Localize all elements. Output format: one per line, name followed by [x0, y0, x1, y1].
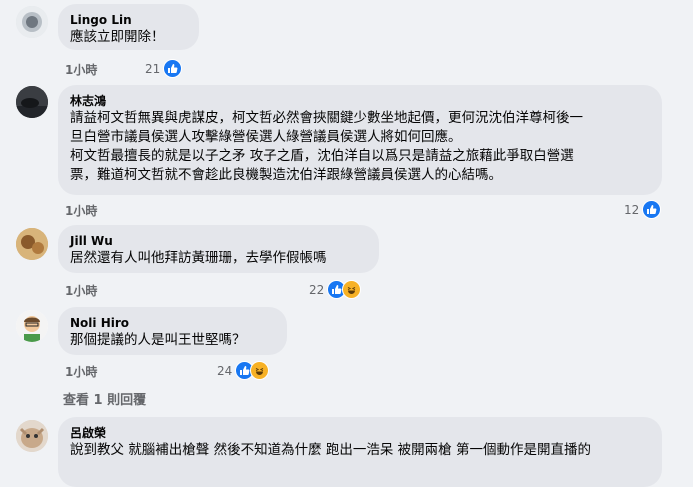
profile-photo-icon	[16, 86, 48, 118]
avatar[interactable]	[16, 228, 48, 260]
comment-text-line: 請益柯文哲無異與虎謀皮，柯文哲必然會挾關鍵少數坐地起價，更何況沈伯洋尊柯後一	[70, 110, 583, 126]
like-reaction-icon	[642, 200, 662, 219]
comment-bubble: 呂啟榮 說到教父 就腦補出槍聲 然後不知道為什麼 跑出一浩呆 被開兩槍 第一個動…	[58, 417, 662, 487]
profile-photo-icon	[16, 310, 48, 342]
comment-text: 居然還有人叫他拜訪黃珊珊，去學作假帳嗎	[70, 250, 327, 266]
comment-time[interactable]: 1小時	[65, 202, 97, 219]
like-reaction-icon	[163, 59, 183, 78]
avatar[interactable]	[16, 420, 48, 452]
comment-author[interactable]: Jill Wu	[70, 233, 367, 249]
reaction-count: 22	[309, 282, 325, 297]
comment-text-line: 旦白營市議員侯選人攻擊綠營侯選人綠營議員侯選人將如何回應。	[70, 129, 462, 145]
comment-text: 那個提議的人是叫王世堅嗎？	[70, 332, 246, 348]
comment-time[interactable]: 1小時	[65, 282, 97, 299]
comment-text: 應該立即開除！	[70, 29, 165, 45]
comment-text: 說到教父 就腦補出槍聲 然後不知道為什麼 跑出一浩呆 被開兩槍 第一個動作是開直…	[70, 442, 591, 458]
profile-photo-icon	[16, 6, 48, 38]
comment-bubble: Lingo Lin 應該立即開除！	[58, 4, 199, 50]
reaction-summary[interactable]: 22	[309, 280, 362, 299]
comment-bubble: 林志鴻 請益柯文哲無異與虎謀皮，柯文哲必然會挾關鍵少數坐地起價，更何況沈伯洋尊柯…	[58, 85, 662, 195]
reaction-count: 21	[145, 61, 161, 76]
comment-bubble: Noli Hiro 那個提議的人是叫王世堅嗎？	[58, 307, 287, 355]
comment-text-line: 票，難道柯文哲就不會趁此良機製造沈伯洋跟綠營議員侯選人的心結嗎。	[70, 167, 502, 183]
comment-bubble: Jill Wu 居然還有人叫他拜訪黃珊珊，去學作假帳嗎	[58, 225, 379, 273]
view-replies-link[interactable]: 查看 1 則回覆	[63, 389, 146, 408]
comment-author[interactable]: 林志鴻	[70, 93, 650, 109]
avatar[interactable]	[16, 6, 48, 38]
comment-author[interactable]: Lingo Lin	[70, 12, 187, 28]
reaction-summary[interactable]: 24	[217, 361, 270, 380]
comment-author[interactable]: 呂啟榮	[70, 425, 650, 441]
avatar[interactable]	[16, 86, 48, 118]
comment-time[interactable]: 1小時	[65, 61, 97, 78]
comment-author[interactable]: Noli Hiro	[70, 315, 275, 331]
reaction-count: 12	[624, 202, 640, 217]
avatar[interactable]	[16, 310, 48, 342]
comment-text-line: 柯文哲最擅長的就是以子之矛 攻子之盾，沈伯洋自以爲只是請益之旅藉此爭取白營選	[70, 148, 574, 164]
reaction-summary[interactable]: 21	[145, 59, 183, 78]
profile-photo-icon	[16, 228, 48, 260]
haha-reaction-icon	[250, 361, 270, 380]
profile-photo-icon	[16, 420, 48, 452]
haha-reaction-icon	[342, 280, 362, 299]
comment-time[interactable]: 1小時	[65, 363, 97, 380]
reaction-count: 24	[217, 363, 233, 378]
reaction-summary[interactable]: 12	[624, 200, 662, 219]
